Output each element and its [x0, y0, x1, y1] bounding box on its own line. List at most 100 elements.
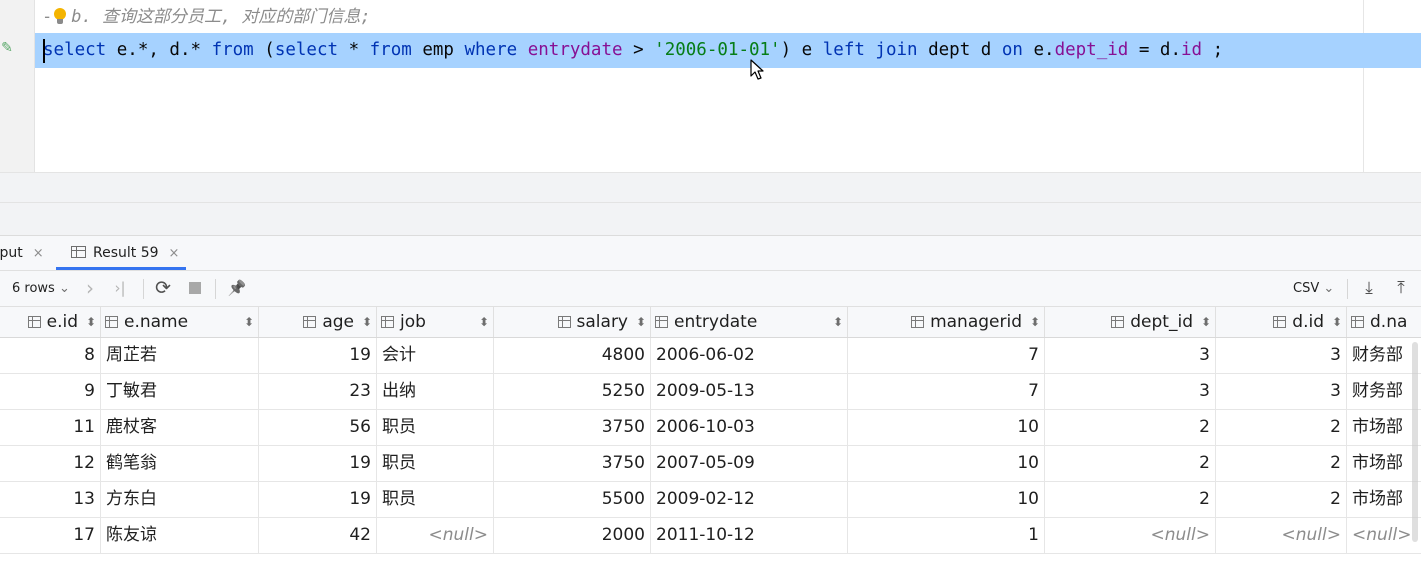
cell-d-name[interactable]: <null>	[1347, 518, 1421, 553]
cell-entrydate[interactable]: 2006-06-02	[651, 338, 848, 373]
last-page-icon[interactable]: ›|	[109, 271, 131, 306]
cell-dept-id[interactable]: 3	[1045, 338, 1216, 373]
table-row[interactable]: 8 周芷若 19 会计 4800 2006-06-02 7 3 3 财务部	[0, 338, 1421, 374]
column-header-dept-id[interactable]: dept_id ⬍	[1045, 307, 1216, 337]
cell-age[interactable]: 56	[259, 410, 377, 445]
panel-splitter[interactable]	[0, 172, 1421, 236]
column-header-d-name[interactable]: d.na	[1347, 307, 1421, 337]
cell-managerid[interactable]: 7	[848, 338, 1045, 373]
column-header-managerid[interactable]: managerid ⬍	[848, 307, 1045, 337]
cell-dept-id[interactable]: <null>	[1045, 518, 1216, 553]
cell-e-name[interactable]: 方东白	[101, 482, 259, 517]
cell-e-id[interactable]: 11	[0, 410, 101, 445]
lightbulb-icon[interactable]	[54, 7, 67, 25]
table-row[interactable]: 9 丁敏君 23 出纳 5250 2009-05-13 7 3 3 财务部	[0, 374, 1421, 410]
tab-output[interactable]: tput ×	[0, 236, 44, 270]
sort-icon[interactable]: ⬍	[362, 307, 372, 337]
refresh-icon[interactable]: ⟳	[152, 271, 174, 306]
stop-icon[interactable]	[184, 271, 206, 306]
sort-icon[interactable]: ⬍	[1030, 307, 1040, 337]
cell-job[interactable]: <null>	[377, 518, 494, 553]
cell-age[interactable]: 23	[259, 374, 377, 409]
column-header-entrydate[interactable]: entrydate ⬍	[651, 307, 848, 337]
close-icon[interactable]: ×	[33, 246, 44, 261]
sql-editor[interactable]: ✎ - b. 查询这部分员工, 对应的部门信息; select e.*, d.* …	[0, 0, 1421, 172]
cell-d-name[interactable]: 财务部	[1347, 374, 1421, 409]
cell-entrydate[interactable]: 2009-05-13	[651, 374, 848, 409]
pin-icon[interactable]: 📌	[226, 271, 248, 306]
rows-count-dropdown[interactable]: 6 rows ⌄	[12, 271, 70, 306]
table-row[interactable]: 11 鹿杖客 56 职员 3750 2006-10-03 10 2 2 市场部	[0, 410, 1421, 446]
cell-age[interactable]: 19	[259, 446, 377, 481]
cell-d-id[interactable]: <null>	[1216, 518, 1347, 553]
sort-icon[interactable]: ⬍	[833, 307, 843, 337]
sql-statement[interactable]: select e.*, d.* from (select * from emp …	[43, 33, 1223, 68]
cell-d-id[interactable]: 3	[1216, 338, 1347, 373]
column-header-salary[interactable]: salary ⬍	[494, 307, 651, 337]
cell-entrydate[interactable]: 2011-10-12	[651, 518, 848, 553]
cell-d-id[interactable]: 2	[1216, 410, 1347, 445]
cell-e-id[interactable]: 17	[0, 518, 101, 553]
cell-age[interactable]: 19	[259, 338, 377, 373]
cell-entrydate[interactable]: 2009-02-12	[651, 482, 848, 517]
cell-dept-id[interactable]: 2	[1045, 446, 1216, 481]
cell-salary[interactable]: 4800	[494, 338, 651, 373]
sort-icon[interactable]: ⬍	[479, 307, 489, 337]
cell-managerid[interactable]: 7	[848, 374, 1045, 409]
cell-d-id[interactable]: 2	[1216, 482, 1347, 517]
cell-dept-id[interactable]: 2	[1045, 482, 1216, 517]
upload-icon[interactable]: ⤒	[1390, 271, 1412, 306]
export-format-dropdown[interactable]: CSV ⌄	[1293, 271, 1334, 306]
cell-d-id[interactable]: 3	[1216, 374, 1347, 409]
sort-icon[interactable]: ⬍	[636, 307, 646, 337]
cell-job[interactable]: 职员	[377, 446, 494, 481]
column-header-job[interactable]: job ⬍	[377, 307, 494, 337]
next-page-icon[interactable]: ›	[79, 271, 101, 306]
table-row[interactable]: 17 陈友谅 42 <null> 2000 2011-10-12 1 <null> <null>…	[0, 518, 1421, 554]
cell-d-id[interactable]: 2	[1216, 446, 1347, 481]
sort-icon[interactable]: ⬍	[86, 307, 96, 337]
cell-d-name[interactable]: 市场部	[1347, 410, 1421, 445]
download-icon[interactable]: ⤓	[1358, 271, 1380, 306]
cell-e-name[interactable]: 鹿杖客	[101, 410, 259, 445]
cell-managerid[interactable]: 10	[848, 482, 1045, 517]
column-header-age[interactable]: age ⬍	[259, 307, 377, 337]
sort-icon[interactable]: ⬍	[1332, 307, 1342, 337]
cell-e-name[interactable]: 鹤笔翁	[101, 446, 259, 481]
cell-salary[interactable]: 3750	[494, 446, 651, 481]
cell-e-id[interactable]: 13	[0, 482, 101, 517]
column-header-e-id[interactable]: e.id ⬍	[0, 307, 101, 337]
selected-sql-line[interactable]: select e.*, d.* from (select * from emp …	[35, 33, 1421, 68]
sort-icon[interactable]: ⬍	[244, 307, 254, 337]
table-row[interactable]: 13 方东白 19 职员 5500 2009-02-12 10 2 2 市场部	[0, 482, 1421, 518]
sort-icon[interactable]: ⬍	[1201, 307, 1211, 337]
cell-job[interactable]: 职员	[377, 482, 494, 517]
result-grid[interactable]: e.id ⬍ e.name ⬍ age ⬍ job ⬍ salary ⬍ entrydate ⬍ man…	[0, 307, 1421, 563]
cell-d-name[interactable]: 市场部	[1347, 482, 1421, 517]
cell-entrydate[interactable]: 2007-05-09	[651, 446, 848, 481]
cell-job[interactable]: 会计	[377, 338, 494, 373]
cell-age[interactable]: 42	[259, 518, 377, 553]
cell-salary[interactable]: 2000	[494, 518, 651, 553]
cell-e-id[interactable]: 12	[0, 446, 101, 481]
cell-e-name[interactable]: 丁敏君	[101, 374, 259, 409]
cell-salary[interactable]: 5250	[494, 374, 651, 409]
cell-managerid[interactable]: 10	[848, 446, 1045, 481]
cell-entrydate[interactable]: 2006-10-03	[651, 410, 848, 445]
cell-e-name[interactable]: 陈友谅	[101, 518, 259, 553]
cell-dept-id[interactable]: 3	[1045, 374, 1216, 409]
cell-dept-id[interactable]: 2	[1045, 410, 1216, 445]
cell-salary[interactable]: 5500	[494, 482, 651, 517]
table-row[interactable]: 12 鹤笔翁 19 职员 3750 2007-05-09 10 2 2 市场部	[0, 446, 1421, 482]
cell-e-id[interactable]: 9	[0, 374, 101, 409]
cell-e-id[interactable]: 8	[0, 338, 101, 373]
cell-d-name[interactable]: 财务部	[1347, 338, 1421, 373]
cell-age[interactable]: 19	[259, 482, 377, 517]
cell-managerid[interactable]: 1	[848, 518, 1045, 553]
column-header-d-id[interactable]: d.id ⬍	[1216, 307, 1347, 337]
tab-result-59[interactable]: Result 59 ×	[56, 236, 186, 270]
cell-managerid[interactable]: 10	[848, 410, 1045, 445]
close-icon[interactable]: ×	[169, 246, 180, 261]
cell-salary[interactable]: 3750	[494, 410, 651, 445]
cell-job[interactable]: 职员	[377, 410, 494, 445]
